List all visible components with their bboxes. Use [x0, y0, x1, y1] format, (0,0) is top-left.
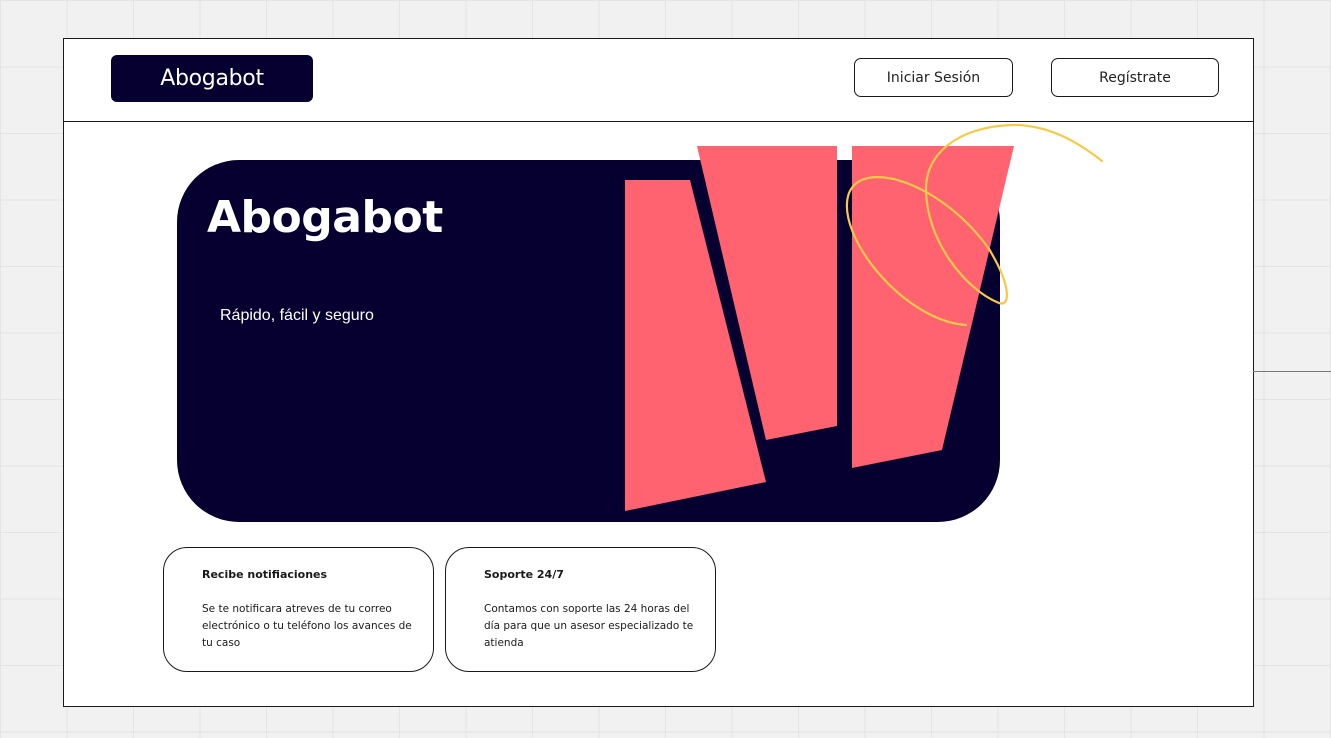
feature-card-notifications: Recibe notifiaciones Se te notificara at… [163, 547, 434, 672]
login-button[interactable]: Iniciar Sesión [854, 58, 1013, 97]
landing-page-frame: Abogabot Iniciar Sesión Regístrate Aboga… [63, 38, 1254, 707]
hero-title: Abogabot [207, 192, 443, 243]
hero-subtitle: Rápido, fácil y seguro [220, 307, 374, 324]
feature-card-title: Recibe notifiaciones [202, 568, 328, 581]
canvas-connector-line [1253, 371, 1331, 372]
feature-card-support: Soporte 24/7 Contamos con soporte las 24… [445, 547, 716, 672]
logo[interactable]: Abogabot [111, 55, 313, 102]
register-button[interactable]: Regístrate [1051, 58, 1219, 97]
hero-banner: Abogabot Rápido, fácil y seguro [177, 160, 1000, 522]
feature-card-body: Contamos con soporte las 24 horas del dí… [484, 603, 694, 649]
feature-card-body: Se te notificara atreves de tu correo el… [202, 603, 412, 649]
feature-card-title: Soporte 24/7 [484, 568, 564, 581]
site-header: Abogabot Iniciar Sesión Regístrate [64, 39, 1253, 122]
